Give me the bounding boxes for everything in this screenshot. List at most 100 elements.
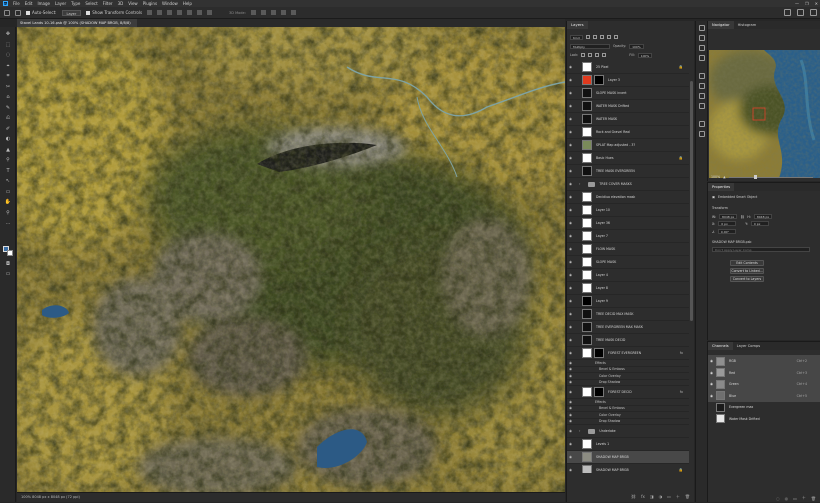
channel-mask-icon[interactable]: ▭ <box>793 496 797 501</box>
quick-select-tool-icon[interactable]: ⌖ <box>4 63 12 69</box>
layer-row[interactable]: ◉ SLOPE MASK invert <box>567 87 689 100</box>
menu-help[interactable]: Help <box>183 1 192 6</box>
visibility-eye-icon[interactable]: ◉ <box>568 104 573 108</box>
visibility-eye-icon[interactable]: ◉ <box>568 182 573 186</box>
history-brush-tool-icon[interactable]: ⎌ <box>4 115 12 121</box>
angle-field[interactable]: 0.00° <box>717 229 736 234</box>
color-icon[interactable] <box>699 35 705 41</box>
visibility-eye-icon[interactable]: ◉ <box>568 299 573 303</box>
layer-fx-icon[interactable]: fx <box>680 351 683 355</box>
filter-shape-icon[interactable] <box>606 35 611 39</box>
zoom-value[interactable]: 100% <box>711 175 720 179</box>
filter-kind-dropdown[interactable]: Kind <box>570 34 583 40</box>
link-icon[interactable]: ⛓ <box>740 215 744 219</box>
channel-row[interactable]: ◉ Green Ctrl+4 <box>708 378 820 390</box>
channel-row[interactable]: Evergreen max <box>708 401 820 413</box>
layer-row[interactable]: ◉ WATER MASK <box>567 113 689 126</box>
menu-window[interactable]: Window <box>162 1 178 6</box>
opacity-field[interactable]: 100% <box>629 43 644 49</box>
path-select-tool-icon[interactable]: ↖ <box>4 178 12 184</box>
expand-arrow-icon[interactable]: › <box>579 429 580 433</box>
new-layer-icon[interactable]: ＋ <box>676 494 680 500</box>
layer-row[interactable]: ◉ Layer 4 <box>567 269 689 282</box>
navigator-preview[interactable] <box>709 50 820 178</box>
visibility-eye-icon[interactable]: ◉ <box>710 394 715 398</box>
channel-row[interactable]: Water Mask Drifted <box>708 413 820 425</box>
lasso-tool-icon[interactable]: ◌ <box>4 52 12 58</box>
marquee-tool-icon[interactable]: ⬚ <box>4 42 12 48</box>
blend-mode-dropdown[interactable]: Multiply <box>570 43 610 49</box>
visibility-eye-icon[interactable]: ◉ <box>568 419 573 423</box>
visibility-eye-icon[interactable]: ◉ <box>568 374 573 378</box>
info-icon[interactable] <box>699 121 705 127</box>
layer-row[interactable]: ◉ SHADOW MAP BRGB <box>567 451 689 464</box>
filter-pixel-icon[interactable] <box>585 35 590 39</box>
3d-pan-icon[interactable] <box>270 10 276 15</box>
height-field[interactable]: 8048 px <box>753 214 773 219</box>
layer-row[interactable]: ◉ Basic Hues 🔒 <box>567 152 689 165</box>
delete-channel-icon[interactable]: 🗑 <box>811 496 816 501</box>
minimize-button[interactable]: — <box>795 1 799 6</box>
filter-smart-icon[interactable] <box>613 35 618 39</box>
menu-type[interactable]: Type <box>71 1 80 6</box>
align-center-icon[interactable] <box>157 10 163 15</box>
layer-row[interactable]: ◉ FLOW MASK <box>567 243 689 256</box>
lock-position-icon[interactable] <box>595 53 600 57</box>
visibility-eye-icon[interactable]: ◉ <box>568 78 573 82</box>
visibility-eye-icon[interactable]: ◉ <box>568 429 573 433</box>
align-left-icon[interactable] <box>147 10 153 15</box>
save-selection-icon[interactable]: ◎ <box>785 496 789 501</box>
zoom-tool-icon[interactable]: ⚲ <box>4 157 12 163</box>
layer-row[interactable]: ◉ Layer 3 <box>567 74 689 87</box>
quick-mask-icon[interactable]: ◘ <box>4 261 12 267</box>
convert-to-layers-button[interactable]: Convert to Layers <box>730 276 764 282</box>
filter-type-icon[interactable] <box>599 35 604 39</box>
show-transform-controls-checkbox[interactable]: Show Transform Controls <box>86 10 142 15</box>
channel-row[interactable]: ◉ RGB Ctrl+2 <box>708 355 820 367</box>
brush-tool-icon[interactable]: ✎ <box>4 105 12 111</box>
crop-tool-icon[interactable]: ⌗ <box>4 73 12 79</box>
document-canvas[interactable] <box>17 27 565 492</box>
layer-row[interactable]: ◉ FOREST EVERGREEN fx <box>567 347 689 360</box>
3d-roll-icon[interactable] <box>260 10 266 15</box>
align-right-icon[interactable] <box>167 10 173 15</box>
visibility-eye-icon[interactable]: ◉ <box>568 247 573 251</box>
add-style-icon[interactable]: fx <box>641 494 645 499</box>
adjustment-layer-icon[interactable]: ◑ <box>659 494 663 499</box>
visibility-eye-icon[interactable]: ◉ <box>568 130 573 134</box>
layer-row[interactable]: ◉ FOREST DECID fx <box>567 386 689 399</box>
eyedropper-tool-icon[interactable]: ⌂ <box>4 94 12 100</box>
layer-fx-icon[interactable]: fx <box>680 390 683 394</box>
visibility-eye-icon[interactable]: ◉ <box>568 351 573 355</box>
lock-all-icon[interactable] <box>602 53 607 57</box>
tab-layer-comps[interactable]: Layer Comps <box>733 342 765 350</box>
tab-navigator[interactable]: Navigator <box>708 21 734 29</box>
layer-row[interactable]: ◉ Levels 1 <box>567 438 689 451</box>
visibility-eye-icon[interactable]: ◉ <box>568 442 573 446</box>
layer-row[interactable]: ◉ Rock and Gravel Real <box>567 126 689 139</box>
background-color-swatch[interactable] <box>7 250 13 256</box>
layer-row[interactable]: ◉ Layer 10 <box>567 204 689 217</box>
3d-orbit-icon[interactable] <box>250 10 256 15</box>
width-field[interactable]: 8048 px <box>719 214 738 219</box>
convert-to-linked-button[interactable]: Convert to Linked... <box>730 268 764 274</box>
hand-tool-icon[interactable]: ✋ <box>4 199 12 205</box>
layer-row[interactable]: ◉ Layer 7 <box>567 230 689 243</box>
layer-group-row[interactable]: ◉ › Underlake <box>567 425 689 438</box>
visibility-eye-icon[interactable]: ◉ <box>568 169 573 173</box>
menu-edit[interactable]: Edit <box>25 1 33 6</box>
close-button[interactable]: ✕ <box>815 1 818 6</box>
add-mask-icon[interactable]: ◨ <box>650 494 654 499</box>
tab-histogram[interactable]: Histogram <box>734 21 761 29</box>
align-top-icon[interactable] <box>177 10 183 15</box>
visibility-eye-icon[interactable]: ◉ <box>568 208 573 212</box>
pen-tool-icon[interactable]: ✐ <box>4 126 12 132</box>
visibility-eye-icon[interactable]: ◉ <box>568 400 573 404</box>
layer-row[interactable]: ◉ Decidiuo elevation mask <box>567 191 689 204</box>
distribute-icon[interactable] <box>207 10 213 15</box>
visibility-eye-icon[interactable]: ◉ <box>710 371 715 375</box>
auto-select-checkbox[interactable]: Auto-Select: <box>26 10 57 15</box>
type-tool-icon[interactable]: T <box>4 168 12 174</box>
shape-tool-icon[interactable]: ▲ <box>4 147 12 153</box>
menu-file[interactable]: File <box>13 1 20 6</box>
